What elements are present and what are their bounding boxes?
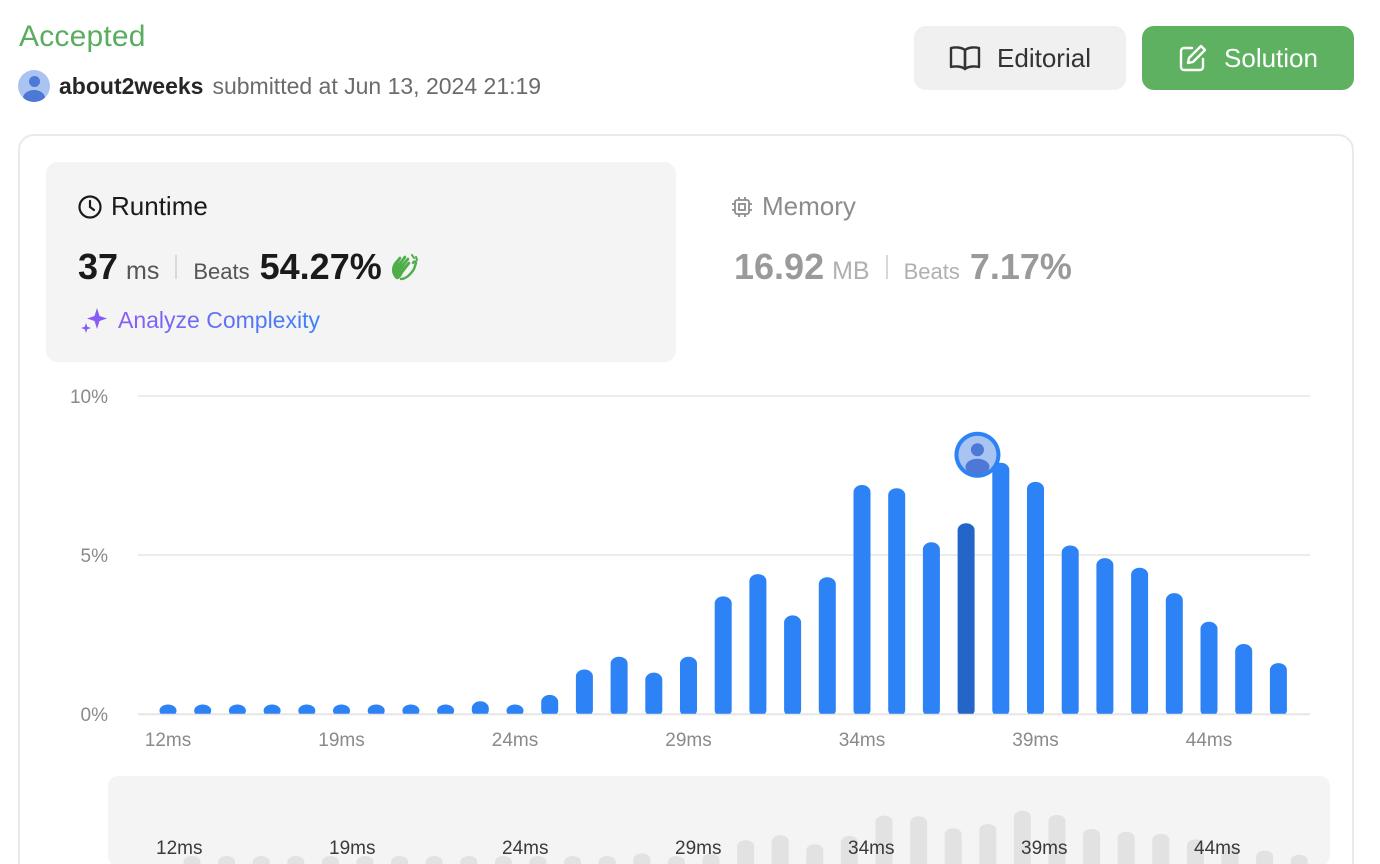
runtime-distribution-chart[interactable]: 10% 5% 0% 12ms 19ms 24ms 29ms 34ms 39ms 44ms — [20, 366, 1354, 756]
navigator-bar — [1083, 828, 1101, 864]
chart-bar[interactable] — [645, 672, 663, 717]
chart-bar[interactable] — [922, 542, 940, 717]
navigator-tick-label: 39ms — [1021, 838, 1067, 859]
submitter-info: about2weeks submitted at Jun 13, 2024 21… — [18, 70, 541, 102]
editorial-button[interactable]: Editorial — [914, 26, 1126, 90]
chart-bar[interactable] — [1269, 663, 1287, 717]
navigator-bar — [287, 856, 305, 864]
chart-bar[interactable] — [714, 596, 732, 717]
y-tick-label: 10% — [70, 387, 108, 408]
sparkle-icon — [81, 308, 107, 333]
chart-bar[interactable] — [957, 523, 975, 717]
navigator-bar — [1290, 854, 1308, 864]
y-tick-label: 5% — [81, 546, 109, 567]
runtime-title-text: Runtime — [111, 191, 208, 221]
clock-icon — [78, 194, 102, 219]
divider — [175, 255, 178, 279]
runtime-beats-value: 54.27% — [259, 246, 382, 287]
chart-bar[interactable] — [749, 574, 767, 717]
analyze-complexity-link[interactable]: Analyze Complexity — [80, 306, 320, 334]
chart-bar[interactable] — [1096, 558, 1114, 717]
chart-bar[interactable] — [1200, 621, 1218, 717]
y-tick-label: 0% — [81, 705, 109, 726]
edit-icon — [1179, 44, 1207, 72]
navigator-tick-label: 19ms — [329, 838, 375, 859]
chart-bar[interactable] — [575, 669, 593, 717]
editorial-label: Editorial — [997, 42, 1091, 73]
chart-bar[interactable] — [888, 488, 906, 717]
navigator-bar — [425, 856, 443, 864]
navigator-bar — [1256, 850, 1274, 864]
navigator-bar — [633, 853, 651, 864]
navigator-bar — [460, 856, 478, 864]
navigator-tick-label: 34ms — [848, 838, 894, 859]
navigator-bar — [944, 828, 962, 864]
runtime-panel[interactable]: Runtime 37 ms Beats 54.27% Analyze Compl… — [46, 162, 676, 362]
memory-unit: MB — [832, 257, 870, 285]
analyze-complexity-label: Analyze Complexity — [118, 306, 320, 333]
x-tick-label: 12ms — [145, 730, 191, 751]
navigator-tick-label: 29ms — [675, 838, 721, 859]
solution-button[interactable]: Solution — [1142, 26, 1354, 90]
chart-bar[interactable] — [1165, 593, 1183, 717]
clapping-hands-icon — [391, 254, 418, 281]
navigator-bar — [771, 835, 789, 864]
chart-bar[interactable] — [1027, 481, 1044, 717]
user-position-marker[interactable] — [954, 431, 1001, 478]
chart-bar[interactable] — [992, 462, 1010, 717]
memory-title-text: Memory — [762, 191, 856, 221]
chip-icon — [732, 196, 752, 217]
chart-bar[interactable] — [1235, 644, 1253, 717]
divider — [885, 255, 888, 279]
submitted-time: submitted at Jun 13, 2024 21:19 — [212, 72, 542, 99]
solution-label: Solution — [1224, 42, 1318, 73]
x-tick-label: 24ms — [492, 730, 538, 751]
baseline-mask — [138, 715, 1310, 721]
navigator-bar — [979, 824, 997, 864]
chart-bar[interactable] — [610, 656, 628, 717]
chart-bar[interactable] — [680, 656, 697, 717]
navigator-bar — [564, 856, 582, 864]
x-tick-label: 29ms — [665, 730, 711, 751]
username[interactable]: about2weeks — [59, 73, 203, 100]
memory-beats-label: Beats — [903, 259, 960, 284]
navigator-bar — [218, 856, 236, 864]
chart-bar[interactable] — [853, 485, 871, 717]
navigator-tick-label: 44ms — [1194, 838, 1240, 859]
book-open-icon — [949, 46, 981, 71]
chart-bar[interactable] — [1061, 545, 1079, 717]
navigator-bar — [737, 840, 755, 864]
chart-bar[interactable] — [541, 694, 559, 717]
memory-value: 16.92 — [734, 246, 825, 287]
x-tick-label: 39ms — [1012, 730, 1058, 751]
chart-bar[interactable] — [818, 577, 836, 717]
x-tick-label: 34ms — [839, 730, 885, 751]
navigator-bar — [1117, 831, 1135, 864]
navigator-tick-label: 12ms — [156, 838, 202, 859]
memory-stats: 16.92 MB Beats 7.17% — [734, 246, 1072, 288]
runtime-beats-label: Beats — [193, 259, 250, 284]
memory-beats-value: 7.17% — [969, 246, 1072, 287]
avatar[interactable] — [18, 70, 50, 102]
submission-status: Accepted — [19, 20, 146, 53]
x-tick-label: 44ms — [1186, 730, 1232, 751]
navigator-bar — [806, 844, 824, 864]
navigator-bar — [252, 856, 270, 864]
navigator-bar — [598, 856, 616, 864]
navigator-tick-label: 24ms — [502, 838, 548, 859]
chart-bar[interactable] — [784, 615, 802, 717]
runtime-unit: ms — [126, 257, 160, 285]
result-card: Runtime 37 ms Beats 54.27% Analyze Compl… — [18, 134, 1354, 864]
x-tick-label: 19ms — [318, 730, 364, 751]
chart-bar[interactable] — [1131, 567, 1149, 717]
runtime-value: 37 — [78, 246, 119, 287]
chart-range-navigator[interactable]: 12ms 19ms 24ms 29ms 34ms 39ms 44ms — [108, 776, 1330, 864]
runtime-title: Runtime — [77, 191, 208, 222]
navigator-bar — [1152, 833, 1170, 864]
memory-title[interactable]: Memory — [730, 191, 856, 222]
navigator-bar — [910, 816, 928, 864]
navigator-bar — [391, 856, 409, 864]
runtime-stats: 37 ms Beats 54.27% — [78, 246, 420, 288]
